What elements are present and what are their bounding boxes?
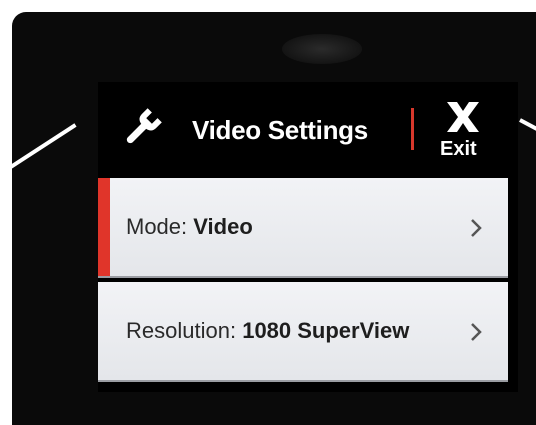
- settings-menu: Mode: Video Resolution: 1080 SuperView: [98, 178, 518, 382]
- mode-label: Mode:: [126, 214, 188, 239]
- chevron-right-icon: [471, 323, 482, 341]
- screen-glare: [282, 34, 362, 64]
- settings-header: Video Settings Exit: [98, 82, 518, 178]
- resolution-value: 1080 SuperView: [242, 318, 410, 343]
- wrench-icon: [126, 108, 162, 144]
- exit-button[interactable]: Exit: [438, 96, 494, 166]
- camera-screen: Video Settings Exit Mode: Video Resoluti…: [98, 82, 518, 392]
- menu-item-mode[interactable]: Mode: Video: [98, 178, 508, 278]
- header-divider: [411, 108, 414, 150]
- mode-value: Video: [193, 214, 253, 239]
- camera-body: Video Settings Exit Mode: Video Resoluti…: [12, 12, 536, 425]
- exit-label: Exit: [440, 138, 477, 160]
- close-icon: [447, 102, 479, 132]
- menu-item-resolution[interactable]: Resolution: 1080 SuperView: [98, 282, 508, 382]
- mode-text: Mode: Video: [126, 214, 253, 240]
- page-title: Video Settings: [192, 115, 368, 145]
- chevron-right-icon: [471, 219, 482, 237]
- resolution-text: Resolution: 1080 SuperView: [126, 318, 409, 344]
- resolution-label: Resolution:: [126, 318, 237, 343]
